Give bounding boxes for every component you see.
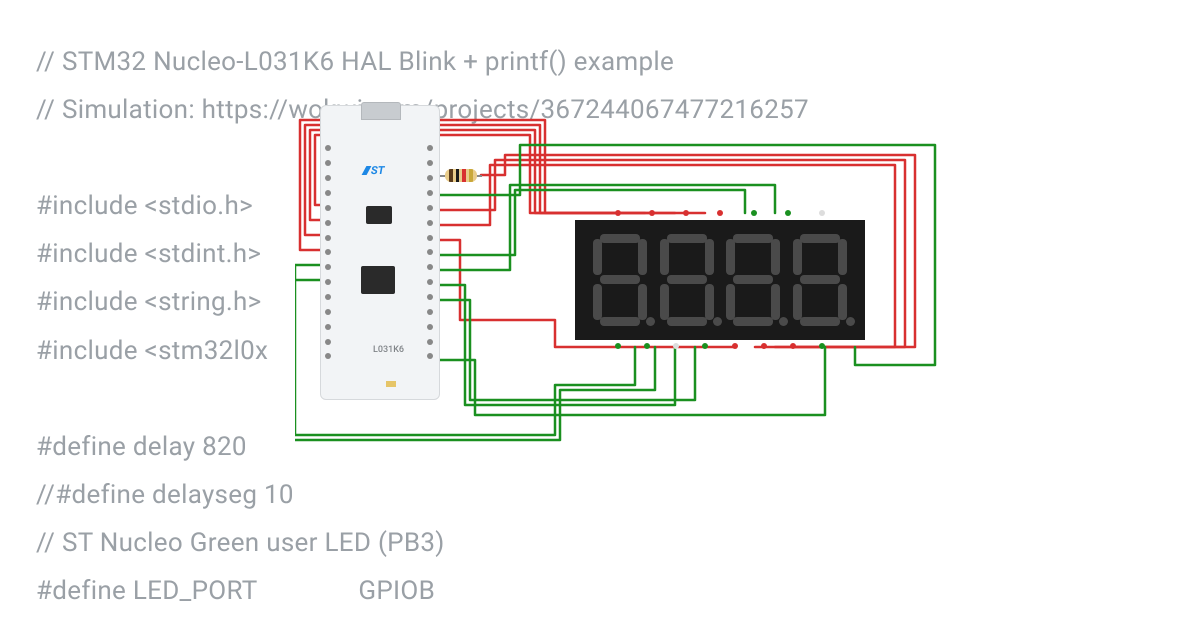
code-line: // ST Nucleo Green user LED (PB3) [36, 528, 445, 558]
seven-segment-display[interactable] [575, 220, 865, 340]
code-line: #define delay 820 [36, 432, 247, 462]
pin-header-left [325, 141, 333, 364]
code-line: // STM32 Nucleo-L031K6 HAL Blink + print… [36, 47, 674, 77]
code-line: #define LED_PORT GPIOB [36, 576, 435, 606]
nucleo-board[interactable]: ST L031K6 [320, 105, 440, 400]
code-line: #include <stm32l0x [36, 336, 268, 366]
circuit-diagram[interactable]: ST L031K6 [295, 105, 975, 465]
resistor[interactable] [440, 169, 482, 182]
chip-icon [366, 206, 392, 224]
digit-1 [591, 234, 649, 326]
board-label: L031K6 [373, 345, 404, 355]
display-pins-top [615, 210, 825, 218]
digit-3 [724, 234, 782, 326]
code-line: #include <string.h> [36, 287, 262, 317]
resistor-body-icon [445, 169, 477, 182]
usb-port-icon [361, 102, 401, 120]
digit-4 [791, 234, 849, 326]
led-pad-icon [386, 381, 396, 387]
st-logo: ST [370, 164, 386, 177]
display-pins-bottom [615, 343, 825, 351]
mcu-chip-icon [361, 266, 395, 294]
code-line: #include <stdio.h> [36, 191, 253, 221]
digit-2 [658, 234, 716, 326]
resistor-lead-icon [477, 175, 482, 177]
code-line: //#define delayseg 10 [36, 480, 294, 510]
code-line: #include <stdint.h> [36, 239, 261, 269]
pin-header-right [427, 141, 435, 364]
